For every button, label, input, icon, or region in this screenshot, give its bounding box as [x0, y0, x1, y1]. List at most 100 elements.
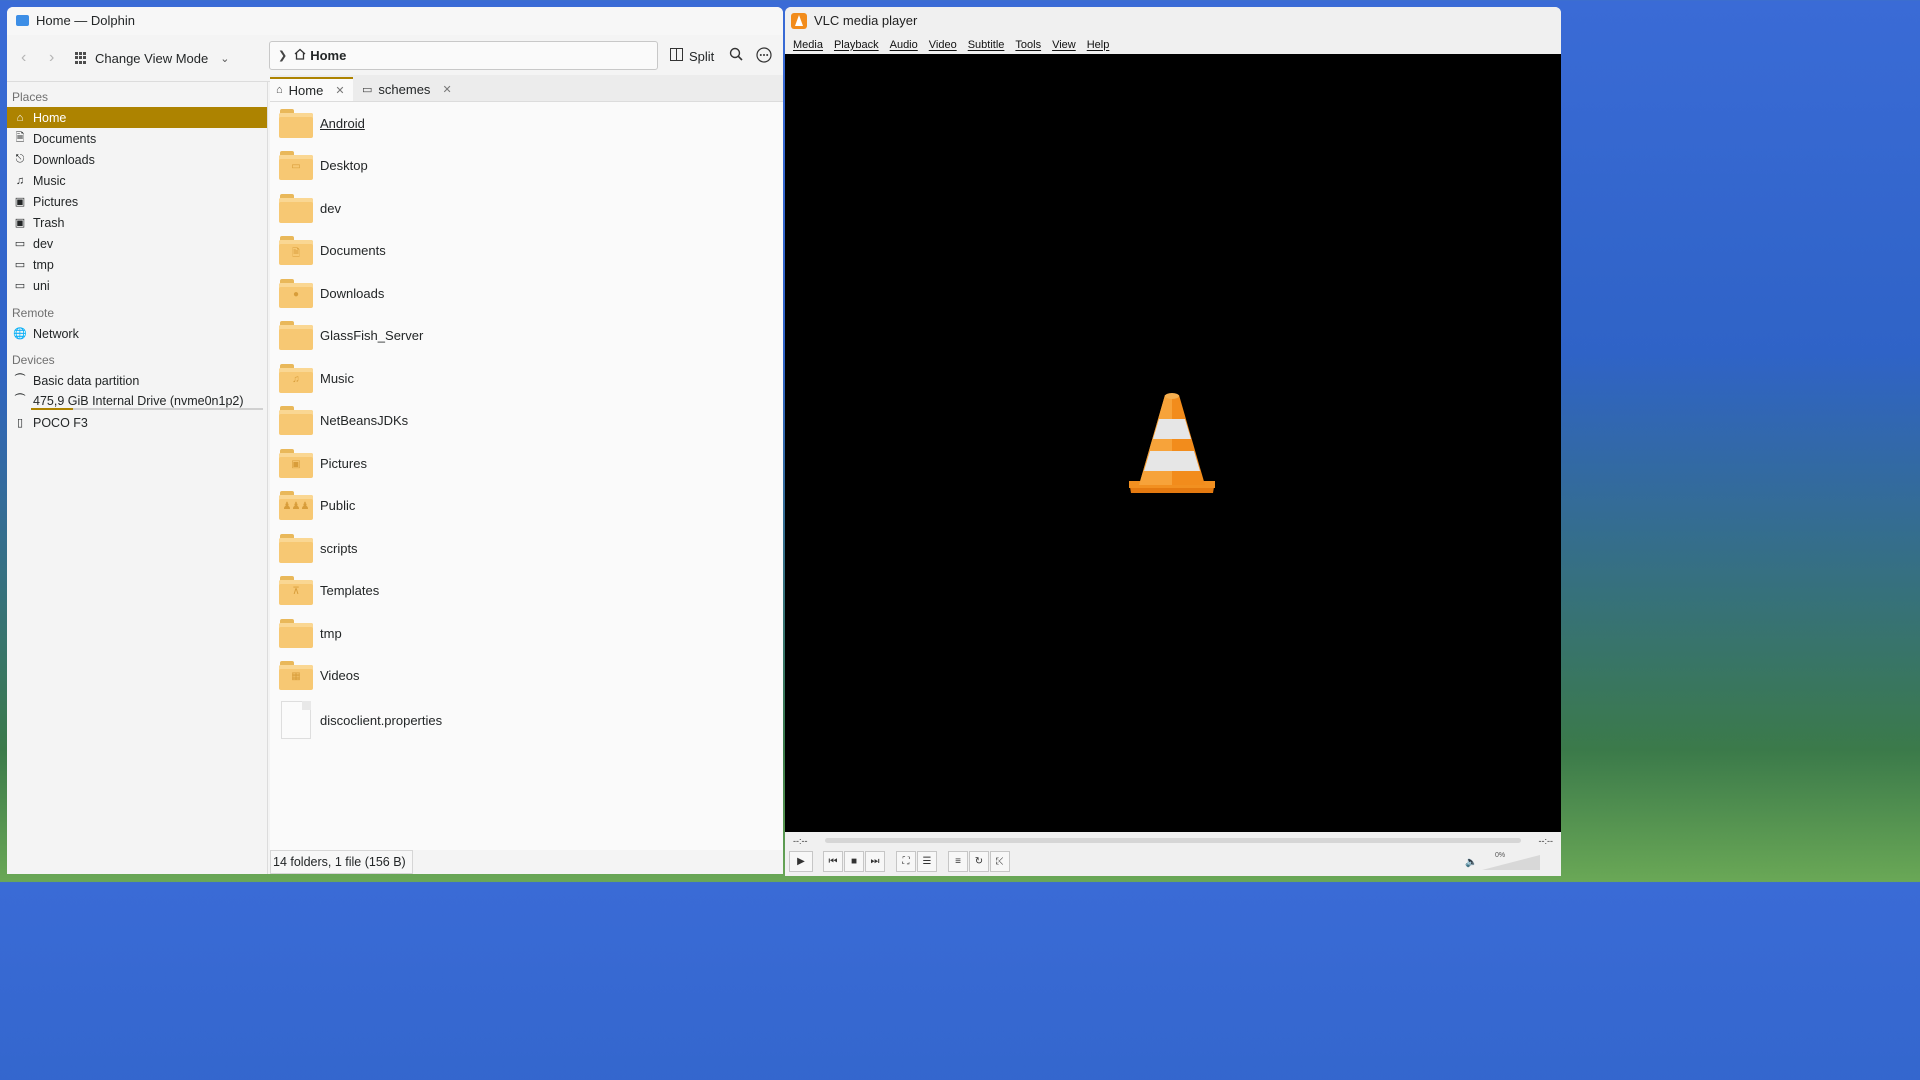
sidebar-item-label: Trash: [33, 215, 65, 230]
file-name: dev: [320, 200, 341, 216]
speaker-icon[interactable]: 🔈: [1465, 857, 1477, 868]
public-folder-icon: ♟♟♟: [278, 490, 314, 520]
sidebar-item-label: Documents: [33, 131, 97, 146]
menu-view[interactable]: View: [1052, 39, 1076, 51]
folder-icon: ▭: [362, 83, 373, 96]
vlc-window: VLC media player Media Playback Audio Vi…: [785, 7, 1561, 876]
location-bar[interactable]: ❯ Home: [269, 41, 658, 70]
menu-media[interactable]: Media: [793, 39, 823, 51]
file-name: Public: [320, 497, 356, 513]
list-item[interactable]: GlassFish_Server: [278, 317, 423, 353]
sidebar-item-label: 475,9 GiB Internal Drive (nvme0n1p2): [33, 393, 244, 408]
list-item[interactable]: ⊼ Templates: [278, 572, 379, 608]
total-time: --:--: [1538, 836, 1554, 846]
menu-subtitle[interactable]: Subtitle: [968, 39, 1005, 51]
previous-button[interactable]: ⏮: [823, 851, 843, 872]
playlist-button[interactable]: ≡: [948, 851, 968, 872]
sidebar-item-dev[interactable]: ▭ dev: [7, 233, 267, 254]
menu-bar: Media Playback Audio Video Subtitle Tool…: [785, 35, 1561, 54]
sidebar-item-downloads[interactable]: ⎋ Downloads: [7, 149, 267, 170]
folder-icon: [278, 320, 314, 350]
close-icon[interactable]: ✕: [335, 84, 344, 97]
folder-icon: [278, 618, 314, 648]
desktop-folder-icon: ▭: [278, 150, 314, 180]
sidebar-item-documents[interactable]: 🗎 Documents: [7, 128, 267, 149]
menu-playback[interactable]: Playback: [834, 39, 879, 51]
grid-icon: [75, 51, 88, 65]
sidebar-item-music[interactable]: ♫ Music: [7, 170, 267, 191]
stop-icon: ■: [850, 856, 858, 867]
sidebar-item-uni[interactable]: ▭ uni: [7, 275, 267, 296]
menu-tools[interactable]: Tools: [1015, 39, 1041, 51]
volume-slider[interactable]: [1482, 855, 1540, 870]
sidebar-item-label: POCO F3: [33, 415, 88, 430]
sidebar-item-poco-f3[interactable]: ▯ POCO F3: [7, 412, 267, 433]
tab-home[interactable]: ⌂ Home ✕: [270, 77, 353, 101]
list-item[interactable]: ▦ Videos: [278, 657, 360, 693]
list-item[interactable]: ▣ Pictures: [278, 445, 367, 481]
loop-button[interactable]: ↻: [969, 851, 989, 872]
sidebar-item-label: tmp: [33, 257, 54, 272]
search-icon[interactable]: [729, 47, 743, 64]
video-area[interactable]: [785, 54, 1561, 832]
change-view-mode-button[interactable]: Change View Mode ⌄: [75, 47, 229, 69]
play-button[interactable]: ▶: [789, 851, 813, 872]
shuffle-button[interactable]: ⤪: [990, 851, 1010, 872]
sidebar-item-basic-data-partition[interactable]: ⏜ Basic data partition: [7, 370, 267, 391]
seek-slider[interactable]: [825, 838, 1521, 843]
chevron-right-icon: ❯: [278, 50, 288, 62]
fullscreen-button[interactable]: ⛶: [896, 851, 916, 872]
file-view[interactable]: Android ▭ Desktop dev 🗎 Documents ● Downloa…: [270, 102, 783, 850]
next-button[interactable]: ⏭: [865, 851, 885, 872]
list-item[interactable]: dev: [278, 190, 341, 226]
stop-button[interactable]: ■: [844, 851, 864, 872]
breadcrumb-home[interactable]: Home: [310, 48, 346, 63]
list-item[interactable]: 🗎 Documents: [278, 232, 386, 268]
file-name: Desktop: [320, 157, 368, 173]
sidebar-item-home[interactable]: ⌂ Home: [7, 107, 267, 128]
list-item[interactable]: ▭ Desktop: [278, 147, 368, 183]
list-item[interactable]: scripts: [278, 530, 358, 566]
templates-folder-icon: ⊼: [278, 575, 314, 605]
tab-schemes[interactable]: ▭ schemes ✕: [356, 77, 452, 101]
forward-icon[interactable]: ›: [49, 49, 54, 67]
list-item[interactable]: ♫ Music: [278, 360, 354, 396]
list-item[interactable]: tmp: [278, 615, 342, 651]
list-item[interactable]: Android: [278, 105, 365, 141]
vlc-titlebar[interactable]: VLC media player: [785, 7, 1561, 35]
sidebar-item-tmp[interactable]: ▭ tmp: [7, 254, 267, 275]
chevron-down-icon: ⌄: [220, 52, 230, 65]
list-item[interactable]: discoclient.properties: [278, 700, 442, 740]
file-name: GlassFish_Server: [320, 327, 424, 343]
back-icon[interactable]: ‹: [21, 49, 26, 67]
list-item[interactable]: ● Downloads: [278, 275, 384, 311]
status-bar: 14 folders, 1 file (156 B): [270, 850, 783, 874]
folder-icon: [278, 405, 314, 435]
close-icon[interactable]: ✕: [442, 83, 451, 96]
split-label: Split: [689, 48, 715, 64]
sidebar-item-pictures[interactable]: ▣ Pictures: [7, 191, 267, 212]
file-name: scripts: [320, 540, 358, 556]
menu-video[interactable]: Video: [929, 39, 957, 51]
split-button[interactable]: Split: [670, 48, 714, 64]
sidebar-item-label: uni: [33, 278, 50, 293]
vlc-cone-icon: [791, 13, 807, 29]
dolphin-window: Home — Dolphin ‹ › Change View Mode ⌄ ❯ …: [7, 7, 783, 874]
drive-usage-bar: [31, 408, 263, 410]
dolphin-titlebar[interactable]: Home — Dolphin: [7, 7, 783, 35]
list-item[interactable]: ♟♟♟ Public: [278, 487, 355, 523]
playback-controls: ▶ ⏮ ■ ⏭ ⛶ ☰ ≡ ↻ ⤪ 🔈 0%: [785, 850, 1561, 876]
videos-folder-icon: ▦: [278, 660, 314, 690]
drive-icon: ⏜: [14, 394, 26, 406]
sidebar-item-network[interactable]: 🌐 Network: [7, 323, 267, 344]
folder-icon: ▭: [14, 280, 26, 292]
home-icon: ⌂: [276, 84, 283, 96]
folder-icon: ▭: [14, 259, 26, 271]
sidebar-item-trash[interactable]: ▣ Trash: [7, 212, 267, 233]
more-icon[interactable]: [756, 47, 772, 66]
menu-audio[interactable]: Audio: [890, 39, 918, 51]
extended-settings-button[interactable]: ☰: [917, 851, 937, 872]
menu-help[interactable]: Help: [1087, 39, 1110, 51]
sidebar-item-label: Music: [33, 173, 66, 188]
list-item[interactable]: NetBeansJDKs: [278, 402, 408, 438]
